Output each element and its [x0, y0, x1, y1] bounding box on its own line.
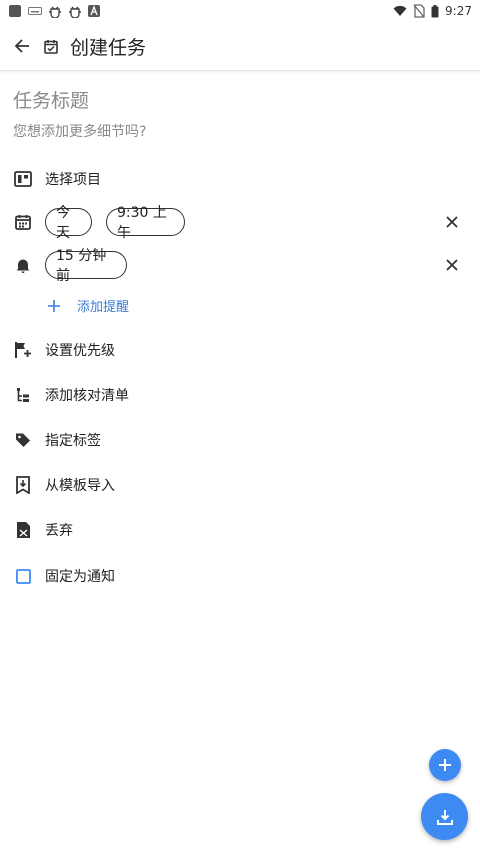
battery-icon [431, 4, 439, 17]
download-icon [436, 809, 453, 825]
app-notification-icon [9, 5, 21, 17]
close-icon [446, 216, 458, 228]
pin-notification-label: 固定为通知 [45, 569, 115, 585]
status-bar: 9:27 [0, 0, 480, 22]
clear-reminder-button[interactable] [442, 255, 462, 275]
arrow-left-icon [14, 39, 29, 53]
add-reminder-button[interactable]: 添加提醒 [47, 296, 129, 315]
bug-icon [49, 6, 61, 18]
file-discard-icon [13, 520, 33, 540]
no-sim-icon [413, 4, 425, 18]
plus-icon [48, 299, 60, 312]
discard-row[interactable]: 丢弃 [0, 510, 480, 550]
assign-tags-label: 指定标签 [45, 433, 101, 449]
keyboard-icon [28, 7, 42, 15]
board-icon [13, 169, 33, 189]
bug-icon [69, 6, 81, 18]
clear-due-button[interactable] [442, 212, 462, 232]
back-button[interactable] [0, 22, 44, 70]
status-time: 9:27 [445, 4, 472, 18]
import-template-icon [13, 475, 33, 495]
close-icon [446, 259, 458, 271]
bell-icon [13, 255, 33, 275]
due-date-row: 今天 9:30 上午 [0, 202, 480, 242]
calendar-check-icon [44, 39, 60, 54]
import-template-label: 从模板导入 [45, 478, 115, 494]
add-reminder-label: 添加提醒 [77, 300, 130, 315]
plus-icon [439, 759, 451, 771]
date-chip[interactable]: 今天 [45, 205, 92, 241]
calendar-icon [13, 212, 33, 232]
checklist-icon [13, 385, 33, 405]
assign-tags-row[interactable]: 指定标签 [0, 420, 480, 460]
time-chip[interactable]: 9:30 上午 [106, 205, 185, 241]
add-checklist-row[interactable]: 添加核对清单 [0, 375, 480, 415]
reminder-chip[interactable]: 15 分钟前 [45, 248, 127, 284]
import-template-row[interactable]: 从模板导入 [0, 465, 480, 505]
page-title: 创建任务 [70, 36, 147, 59]
set-priority-row[interactable]: 设置优先级 [0, 330, 480, 370]
task-description-input[interactable]: 您想添加更多细节吗? [13, 121, 146, 141]
status-left-icons [8, 4, 100, 18]
pin-notification-row[interactable]: 固定为通知 [0, 556, 480, 596]
task-title-input[interactable]: 任务标题 [13, 86, 89, 113]
select-project-label: 选择项目 [45, 172, 101, 188]
add-checklist-label: 添加核对清单 [45, 388, 129, 404]
add-fab-button[interactable] [429, 749, 461, 781]
accessibility-icon [88, 5, 100, 17]
flag-plus-icon [13, 340, 33, 360]
save-fab-button[interactable] [421, 793, 468, 840]
status-right-icons: 9:27 [393, 4, 472, 18]
app-bar: 创建任务 [0, 22, 480, 71]
wifi-icon [393, 5, 407, 16]
discard-label: 丢弃 [45, 523, 73, 539]
select-project-row[interactable]: 选择项目 [0, 159, 480, 199]
checkbox-icon[interactable] [13, 566, 33, 586]
set-priority-label: 设置优先级 [45, 343, 115, 359]
tag-icon [13, 430, 33, 450]
reminder-row: 15 分钟前 [0, 245, 480, 285]
